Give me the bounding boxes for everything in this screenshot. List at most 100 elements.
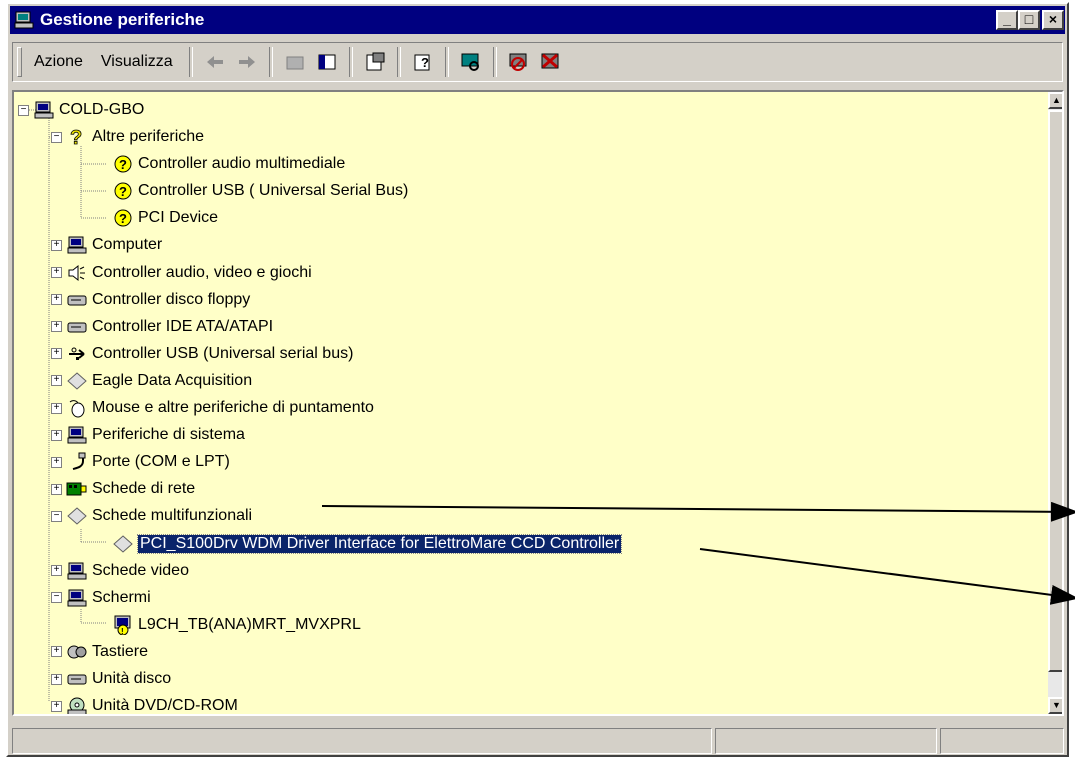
menu-azione[interactable]: Azione — [34, 53, 83, 71]
tree-item[interactable]: + Controller audio, video e giochi — [51, 261, 312, 285]
computer-icon — [66, 235, 88, 255]
expand-toggle[interactable]: + — [51, 565, 62, 577]
tree-item[interactable]: + Schede di rete — [51, 477, 195, 501]
expand-toggle[interactable]: + — [51, 348, 62, 360]
toolbar-separator — [396, 47, 401, 77]
tree-item-label: Schede multifunzionali — [92, 507, 253, 525]
toolbar: Azione Visualizza ? — [12, 42, 1063, 82]
maximize-button[interactable]: □ — [1018, 10, 1040, 30]
monitor-icon — [66, 588, 88, 608]
scroll-down-button[interactable]: ▼ — [1048, 697, 1062, 714]
svg-text:?: ? — [119, 157, 127, 172]
back-icon[interactable] — [202, 49, 228, 75]
svg-text:?: ? — [70, 127, 82, 147]
expand-toggle[interactable]: + — [51, 375, 62, 387]
tree-item[interactable]: + Tastiere — [51, 640, 148, 664]
tree-item-label: Controller IDE ATA/ATAPI — [92, 317, 274, 335]
expand-toggle[interactable]: + — [51, 673, 62, 685]
tree-item[interactable]: + Controller USB (Universal serial bus) — [51, 342, 353, 366]
tree-item[interactable]: PCI_S100Drv WDM Driver Interface for Ele… — [112, 532, 623, 556]
diamond-icon — [112, 534, 134, 554]
tree-item[interactable]: + Eagle Data Acquisition — [51, 369, 252, 393]
scan-hardware-icon[interactable] — [458, 49, 484, 75]
menu-visualizza[interactable]: Visualizza — [101, 53, 173, 71]
help-icon[interactable]: ? — [410, 49, 436, 75]
tree-item[interactable]: + Unità disco — [51, 667, 171, 691]
tree-item[interactable]: ! L9CH_TB(ANA)MRT_MVXPRL — [112, 613, 361, 637]
expand-toggle[interactable]: + — [51, 239, 62, 251]
speaker-icon — [66, 263, 88, 283]
tree-item[interactable]: −? Altre periferiche — [51, 125, 204, 149]
tree-item-label: Computer — [92, 236, 163, 254]
unknown-device-icon: ? — [112, 181, 134, 201]
tree-root[interactable]: − COLD-GBO — [18, 98, 144, 122]
port-icon — [66, 452, 88, 472]
window-title: Gestione periferiche — [40, 10, 205, 29]
collapse-toggle[interactable]: − — [51, 592, 62, 604]
disable-device-icon[interactable] — [506, 49, 532, 75]
tree-item[interactable]: ? Controller USB ( Universal Serial Bus) — [112, 179, 408, 203]
tree-item[interactable]: + Mouse e altre periferiche di puntamento — [51, 396, 374, 420]
collapse-toggle[interactable]: − — [18, 104, 29, 116]
tree-item-label: Porte (COM e LPT) — [92, 453, 230, 471]
toolbar-separator — [268, 47, 273, 77]
forward-icon[interactable] — [234, 49, 260, 75]
minimize-button[interactable]: _ — [996, 10, 1018, 30]
tree-item[interactable]: + Controller IDE ATA/ATAPI — [51, 315, 273, 339]
collapse-toggle[interactable]: − — [51, 131, 62, 143]
tree-item-label: Unità DVD/CD-ROM — [92, 697, 238, 715]
vertical-scrollbar[interactable]: ▲ ▼ — [1048, 92, 1062, 714]
expand-toggle[interactable]: + — [51, 321, 62, 333]
scroll-up-button[interactable]: ▲ — [1048, 92, 1062, 109]
expand-toggle[interactable]: + — [51, 700, 62, 712]
svg-text:?: ? — [119, 184, 127, 199]
tree-item-label: Periferiche di sistema — [92, 426, 245, 444]
uninstall-device-icon[interactable] — [538, 49, 564, 75]
expand-toggle[interactable]: + — [51, 294, 62, 306]
tree-item-label: Controller audio multimediale — [138, 155, 346, 173]
tree-item-label: Tastiere — [92, 642, 149, 660]
expand-toggle[interactable]: + — [51, 483, 62, 495]
tree-item-label: Controller USB (Universal serial bus) — [92, 344, 354, 362]
device-manager-window: Gestione periferiche _ □ × Azione Visual… — [6, 2, 1069, 757]
tree-item[interactable]: + Porte (COM e LPT) — [51, 450, 230, 474]
menu-visualizza-label: Visualizza — [100, 53, 173, 70]
tree-item[interactable]: ? Controller audio multimediale — [112, 152, 345, 176]
tree-root-label: COLD-GBO — [59, 101, 145, 118]
tree-item[interactable]: + Periferiche di sistema — [51, 423, 245, 447]
expand-toggle[interactable]: + — [51, 402, 62, 414]
title-bar[interactable]: Gestione periferiche _ □ × — [10, 6, 1065, 34]
monitor-warning-icon: ! — [112, 615, 134, 635]
expand-toggle[interactable]: + — [51, 429, 62, 441]
tree-item[interactable]: − Schede multifunzionali — [51, 504, 252, 528]
network-card-icon — [66, 479, 88, 499]
scroll-thumb[interactable] — [1048, 110, 1062, 672]
up-folder-icon[interactable] — [282, 49, 308, 75]
computer-icon — [14, 11, 34, 29]
show-hide-tree-icon[interactable] — [314, 49, 340, 75]
status-bar — [12, 728, 1065, 754]
tree-item-label: PCI Device — [138, 209, 219, 227]
properties-icon[interactable] — [362, 49, 388, 75]
diamond-icon — [66, 371, 88, 391]
device-tree[interactable]: − COLD-GBO −? Altre periferiche? Controlle… — [12, 90, 1064, 716]
unknown-device-icon: ? — [112, 154, 134, 174]
tree-item[interactable]: + Computer — [51, 233, 162, 257]
tree-item[interactable]: − Schermi — [51, 586, 151, 610]
close-button[interactable]: × — [1042, 10, 1064, 30]
collapse-toggle[interactable]: − — [51, 510, 62, 522]
expand-toggle[interactable]: + — [51, 267, 62, 278]
toolbar-grip[interactable] — [17, 47, 22, 77]
tree-item[interactable]: + Schede video — [51, 559, 189, 583]
tree-item[interactable]: + Controller disco floppy — [51, 288, 250, 312]
expand-toggle[interactable]: + — [51, 646, 62, 658]
status-pane-main — [12, 728, 712, 754]
question-icon: ? — [66, 127, 88, 147]
tree-item-label: Controller disco floppy — [92, 290, 251, 308]
diamond-icon — [66, 506, 88, 526]
expand-toggle[interactable]: + — [51, 456, 62, 468]
tree-item-label: Schede video — [92, 561, 189, 579]
tree-item[interactable]: + Unità DVD/CD-ROM — [51, 694, 238, 715]
ide-controller-icon — [66, 317, 88, 337]
tree-item[interactable]: ? PCI Device — [112, 206, 218, 230]
